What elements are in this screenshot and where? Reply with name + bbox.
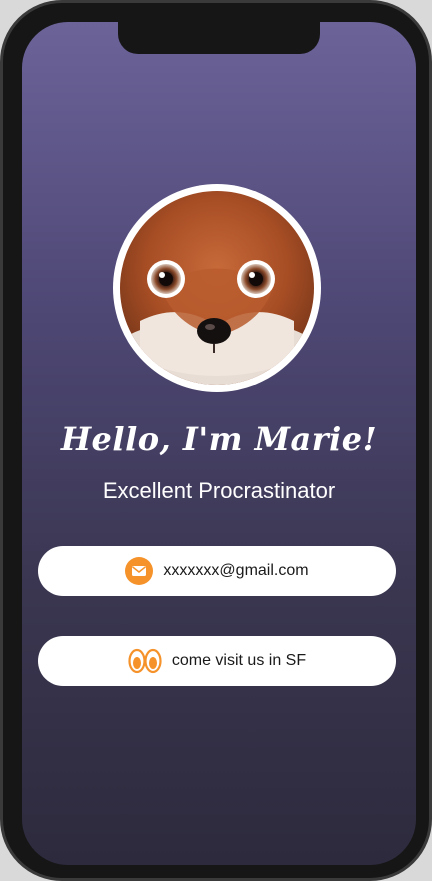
profile-subtitle: Excellent Procrastinator [102, 478, 336, 503]
eyes-icon [128, 647, 162, 675]
greeting-title: Hello, I'm Marie! [60, 420, 378, 458]
location-card[interactable]: come visit us in SF [38, 636, 396, 686]
location-label: come visit us in SF [171, 652, 307, 669]
app-screen: Hello, I'm Marie! Excellent Procrastinat… [22, 22, 416, 865]
avatar [113, 184, 321, 392]
device-notch [118, 22, 320, 54]
phone-frame: Hello, I'm Marie! Excellent Procrastinat… [0, 0, 432, 881]
fox-avatar-image [120, 191, 314, 385]
email-card[interactable]: xxxxxxx@gmail.com [38, 546, 396, 596]
envelope-icon [125, 557, 154, 585]
email-label: xxxxxxx@gmail.com [163, 562, 309, 579]
